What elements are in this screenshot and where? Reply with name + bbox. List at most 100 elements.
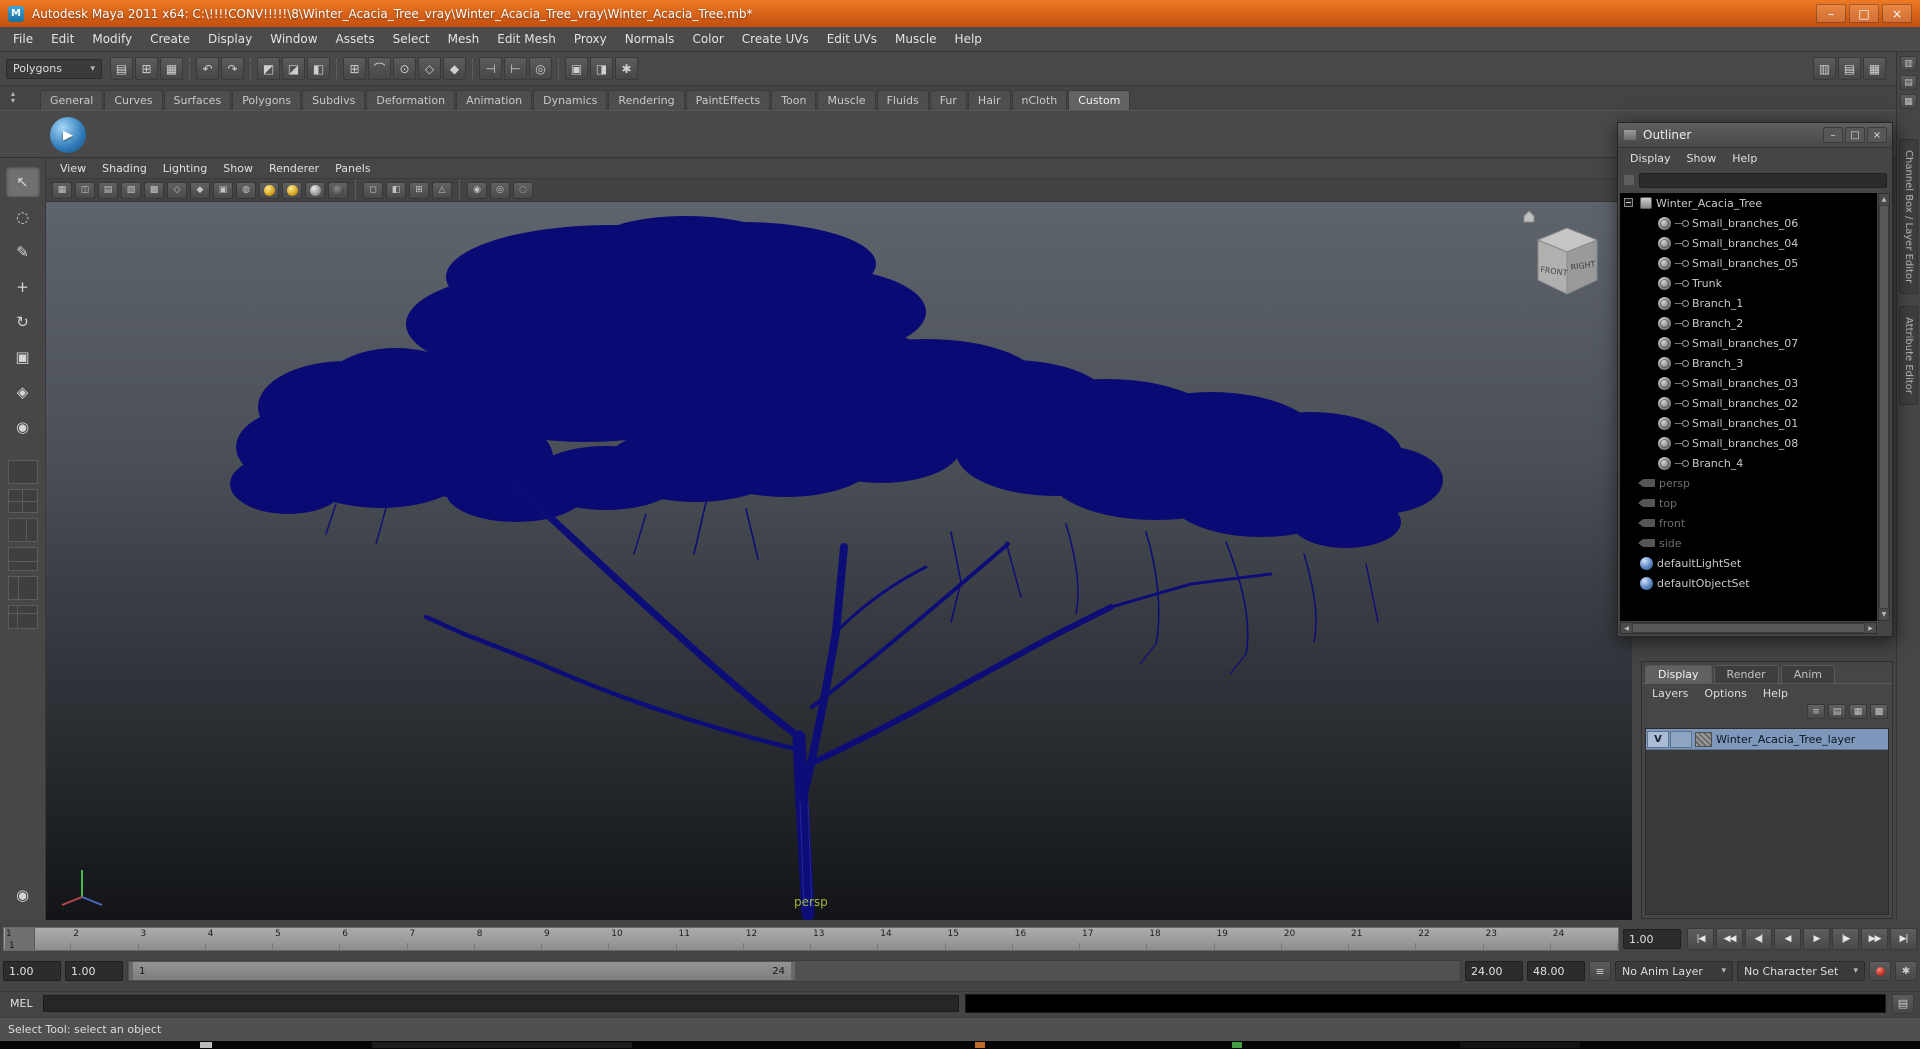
snap-curve-icon[interactable]: ⌒	[368, 57, 391, 80]
show-attribute-editor-icon[interactable]: ▤	[1900, 75, 1917, 90]
menu-set-dropdown[interactable]: Polygons	[6, 58, 102, 79]
outliner-item[interactable]: Winter_Acacia_Tree	[1620, 193, 1877, 213]
shaded-mode-icon[interactable]: ◆	[190, 181, 210, 199]
sidebar-vertical-tab[interactable]: Channel Box / Layer Editor	[1899, 139, 1918, 295]
layout-persp-graph[interactable]	[7, 547, 38, 571]
outliner-item[interactable]: Small_branches_05	[1620, 253, 1877, 273]
step-forward-frame-button[interactable]: |▶	[1832, 928, 1859, 950]
shelf-tab[interactable]: Toon	[771, 90, 817, 110]
command-line-language-toggle[interactable]: MEL	[6, 995, 37, 1012]
outliner-menu-item[interactable]: Help	[1724, 152, 1765, 165]
shelf-tab[interactable]: Polygons	[232, 90, 302, 110]
shelf-tab[interactable]: Dynamics	[533, 90, 608, 110]
scroll-down-icon[interactable]	[1879, 609, 1889, 620]
outliner-item[interactable]: Trunk	[1620, 273, 1877, 293]
layout-single-pane[interactable]	[7, 460, 38, 484]
field-chart-icon[interactable]: ⊞	[409, 181, 429, 199]
menu-item[interactable]: Mesh	[439, 27, 489, 51]
outliner-menu-item[interactable]: Show	[1679, 152, 1725, 165]
lasso-select-tool[interactable]: ◌	[6, 201, 40, 232]
layer-editor-menu-item[interactable]: Options	[1696, 687, 1754, 700]
minimize-button[interactable]: –	[1816, 4, 1846, 23]
panel-menu-item[interactable]: Renderer	[261, 158, 327, 178]
menu-item[interactable]: Modify	[83, 27, 141, 51]
layer-editor-menu-item[interactable]: Layers	[1644, 687, 1696, 700]
layout-four-pane[interactable]	[7, 489, 38, 513]
outliner-item[interactable]: Branch_3	[1620, 353, 1877, 373]
outliner-minimize-button[interactable]: –	[1823, 127, 1843, 143]
maximize-button[interactable]: □	[1849, 4, 1879, 23]
view-cube-home-icon[interactable]	[1523, 210, 1535, 223]
outliner-horizontal-scrollbar[interactable]	[1620, 622, 1877, 634]
snap-point-icon[interactable]: ⊙	[393, 57, 416, 80]
shelf-item-custom-script[interactable]	[50, 117, 86, 153]
script-editor-icon[interactable]: ▤	[1892, 993, 1914, 1014]
outliner-item[interactable]: Branch_1	[1620, 293, 1877, 313]
shadows-icon[interactable]	[328, 181, 348, 199]
scroll-right-icon[interactable]	[1865, 623, 1876, 633]
menu-item[interactable]: Window	[261, 27, 326, 51]
safe-action-icon[interactable]: △	[432, 181, 452, 199]
menu-item[interactable]: Muscle	[886, 27, 946, 51]
outliner-item[interactable]: defaultObjectSet	[1620, 573, 1877, 593]
scrollbar-thumb[interactable]	[1880, 206, 1888, 608]
outliner-item[interactable]: persp	[1620, 473, 1877, 493]
shelf-tab[interactable]: Fluids	[876, 90, 929, 110]
input-connections-icon[interactable]: ⊣	[479, 57, 502, 80]
panel-menu-item[interactable]: Show	[215, 158, 261, 178]
select-component-icon[interactable]: ◧	[307, 57, 330, 80]
isolate-select-icon[interactable]: ◉	[467, 181, 487, 199]
textured-mode-icon[interactable]: ▣	[213, 181, 233, 199]
outliner-item[interactable]: Small_branches_01	[1620, 413, 1877, 433]
undo-icon[interactable]: ↶	[196, 57, 219, 80]
wireframe-mode-icon[interactable]: ◇	[167, 181, 187, 199]
select-hierarchy-icon[interactable]: ◩	[257, 57, 280, 80]
paint-select-tool[interactable]: ✎	[6, 236, 40, 267]
use-default-material-icon[interactable]: ◍	[236, 181, 256, 199]
go-to-start-button[interactable]: |◀	[1687, 928, 1714, 950]
taskbar-item[interactable]	[372, 1042, 632, 1048]
menu-item[interactable]: Select	[384, 27, 439, 51]
shelf-tab[interactable]: General	[40, 90, 104, 110]
new-scene-icon[interactable]: ▤	[110, 57, 133, 80]
shelf-tab[interactable]: Deformation	[366, 90, 456, 110]
menu-item[interactable]: Help	[946, 27, 991, 51]
outliner-item[interactable]: Small_branches_06	[1620, 213, 1877, 233]
shelf-tab[interactable]: Animation	[456, 90, 533, 110]
layer-editor-menu-item[interactable]: Help	[1755, 687, 1796, 700]
outliner-item[interactable]: top	[1620, 493, 1877, 513]
panel-menu-item[interactable]: View	[52, 158, 94, 178]
outliner-item[interactable]: Small_branches_02	[1620, 393, 1877, 413]
new-layer-from-selected-icon[interactable]: ▩	[1870, 704, 1888, 719]
layer-editor-tab[interactable]: Display	[1645, 665, 1712, 683]
select-tool[interactable]: ↖	[5, 166, 40, 197]
outliner-menu-item[interactable]: Display	[1622, 152, 1679, 165]
render-settings-icon[interactable]: ✱	[615, 57, 638, 80]
redo-icon[interactable]: ↷	[221, 57, 244, 80]
shelf-tab[interactable]: Fur	[929, 90, 967, 110]
anim-layer-menu-icon[interactable]	[1589, 961, 1611, 981]
default-lighting-icon[interactable]	[259, 181, 279, 199]
sidebar-vertical-tab[interactable]: Attribute Editor	[1899, 306, 1918, 406]
outliner-item[interactable]: Branch_4	[1620, 453, 1877, 473]
bookmark-icon[interactable]: ▧	[121, 181, 141, 199]
snap-plane-icon[interactable]: ◇	[418, 57, 441, 80]
Winter_Acacia_Tree_layer[interactable]: V Winter_Acacia_Tree_layer	[1646, 729, 1888, 750]
ipr-render-icon[interactable]: ◨	[590, 57, 613, 80]
timeline-track[interactable]: 1 1 2 3 4 5 6 7 8 9 10 11 12 13 14 15 16 17 18 19 20 21 22 23 2…	[3, 927, 1619, 951]
outliner-filter-input[interactable]	[1639, 172, 1887, 188]
panel-menu-item[interactable]: Shading	[94, 158, 155, 178]
shelf-tab[interactable]: Subdivs	[302, 90, 366, 110]
lock-camera-icon[interactable]: ◫	[75, 181, 95, 199]
menu-item[interactable]: Display	[199, 27, 261, 51]
image-plane-icon[interactable]: ▩	[144, 181, 164, 199]
outliner-item[interactable]: Small_branches_04	[1620, 233, 1877, 253]
range-slider-track[interactable]: 1 24	[127, 960, 1461, 982]
animation-preferences-icon[interactable]	[1895, 961, 1917, 981]
show-tool-settings-icon[interactable]: ▦	[1900, 94, 1917, 109]
menu-item[interactable]: Normals	[616, 27, 684, 51]
construction-history-icon[interactable]: ◎	[529, 57, 552, 80]
layer-sort-icon[interactable]: ≡	[1807, 704, 1825, 719]
shelf-tab[interactable]: Curves	[104, 90, 163, 110]
gate-mask-icon[interactable]: ◧	[386, 181, 406, 199]
